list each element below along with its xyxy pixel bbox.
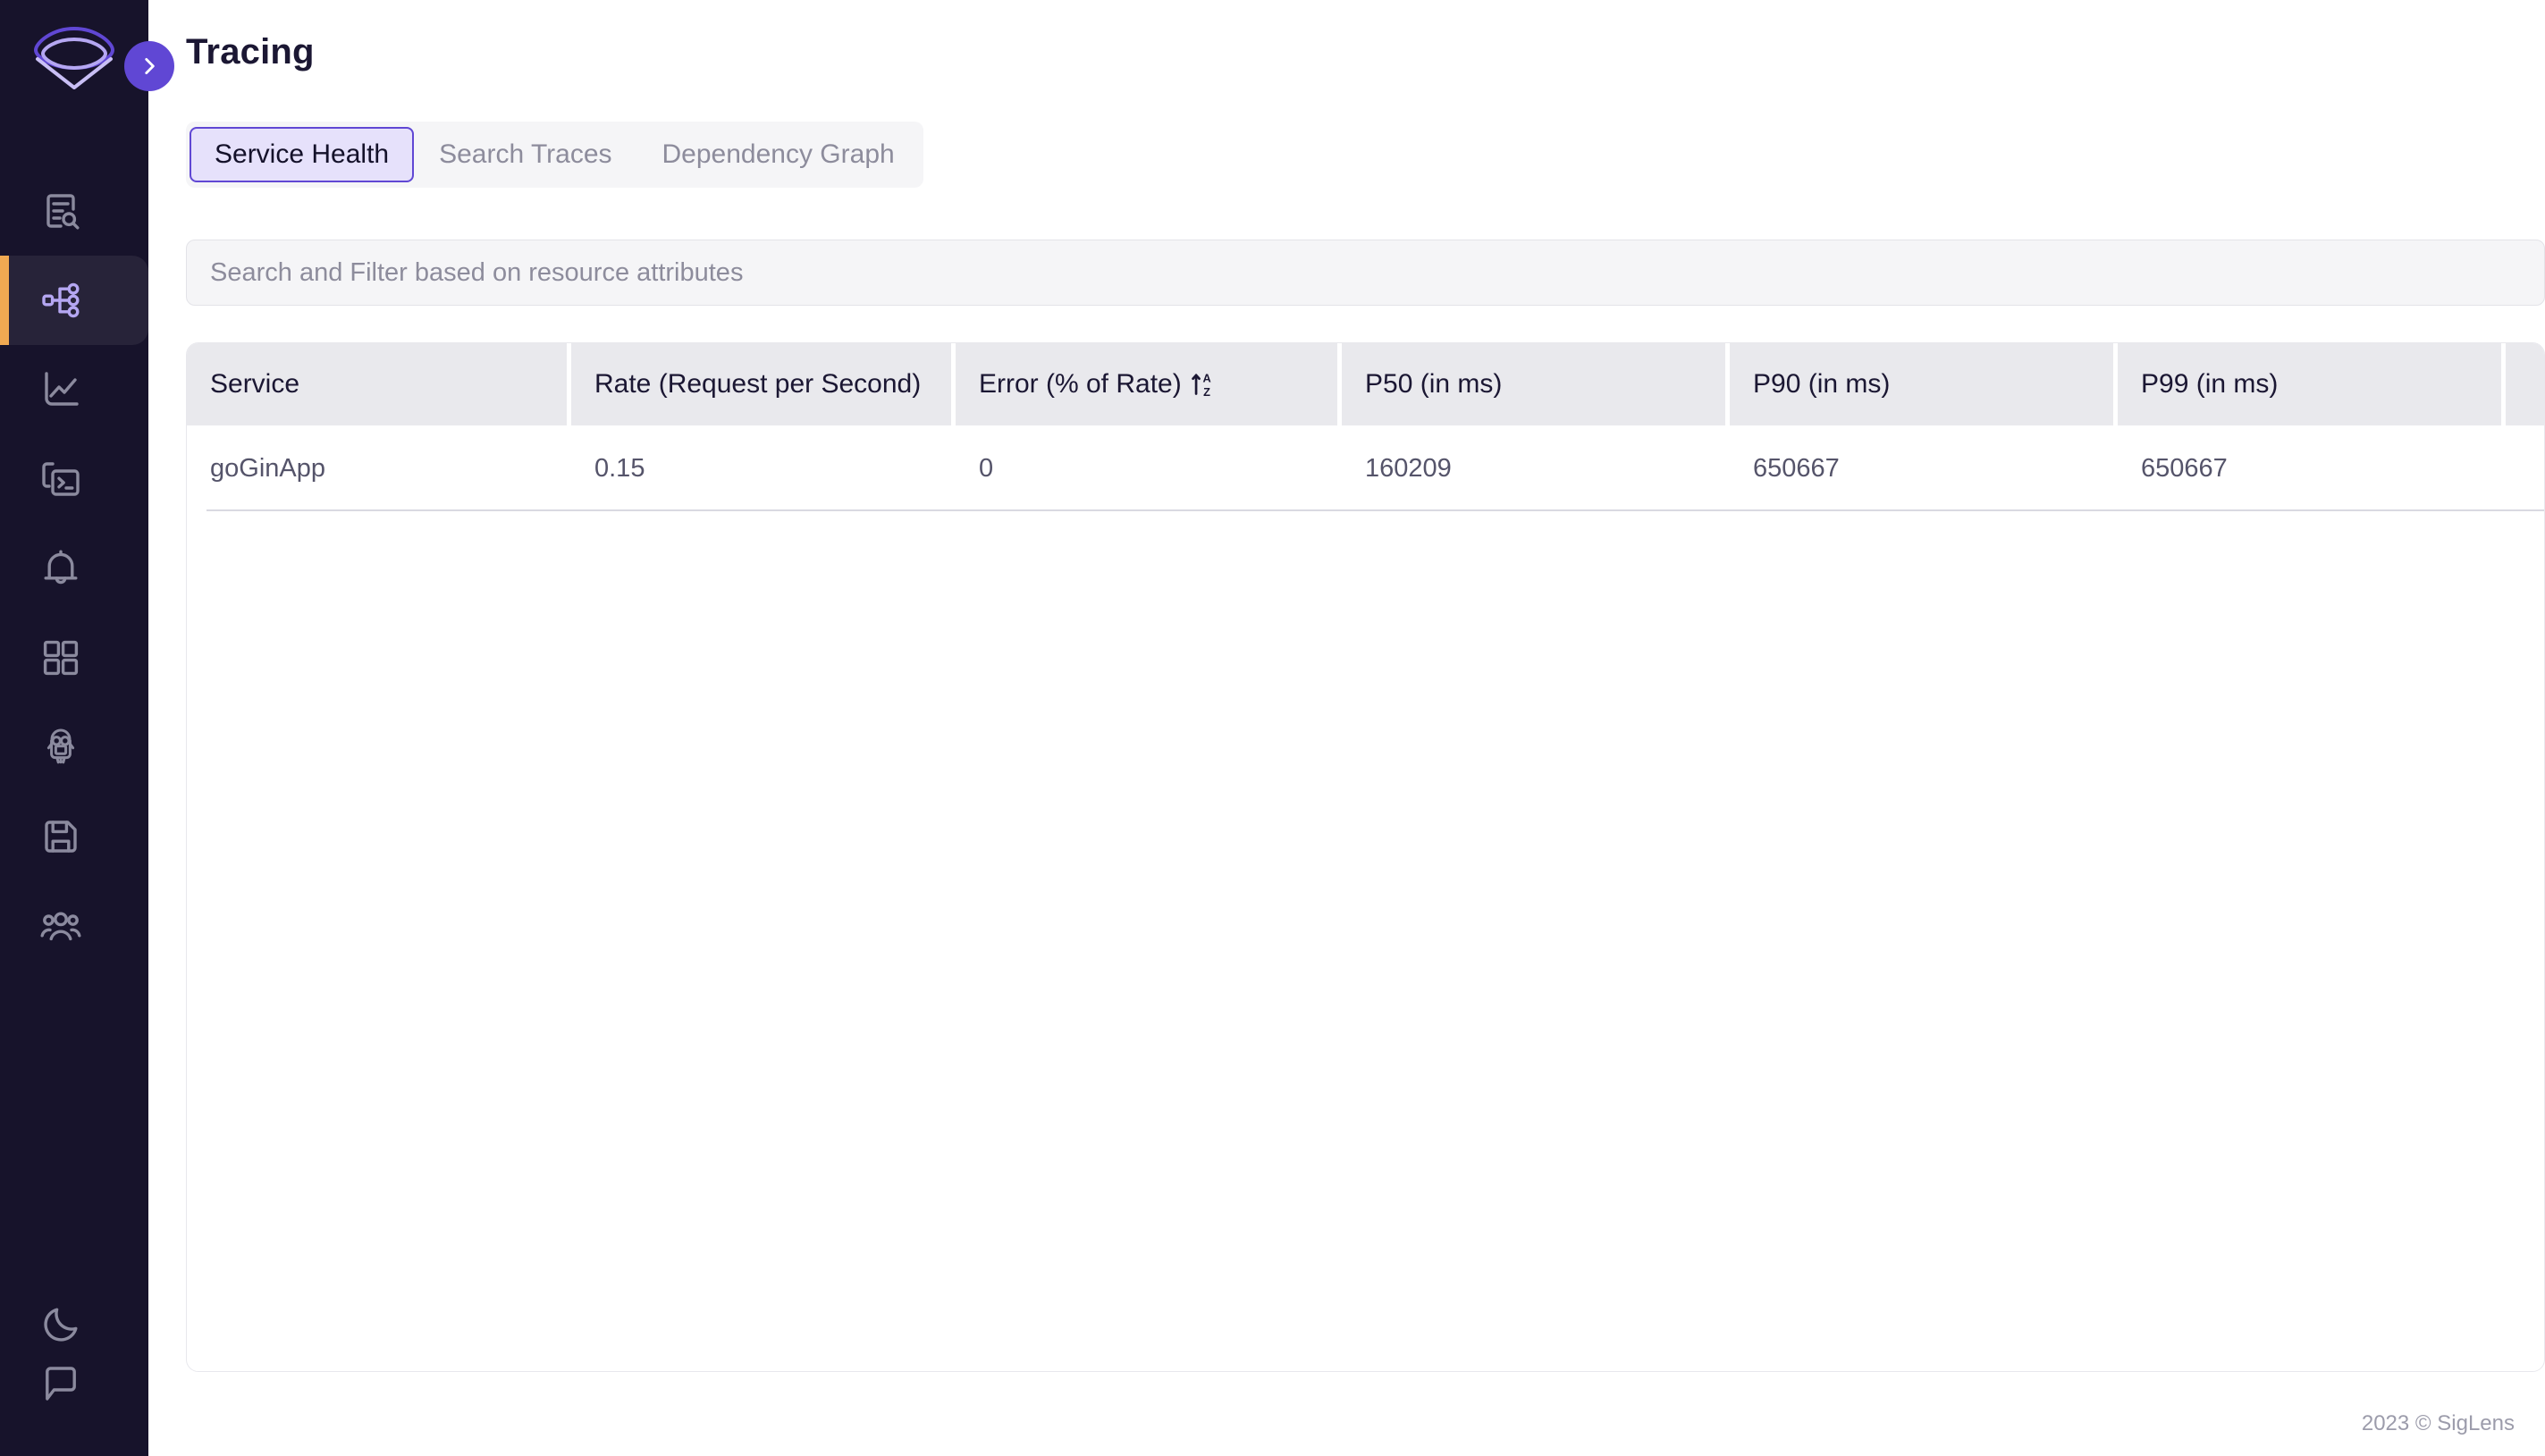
tab-search-traces[interactable]: Search Traces [414, 127, 636, 182]
sidebar-bottom-nav [0, 1295, 148, 1456]
column-header-p90-label: P90 (in ms) [1753, 369, 1891, 399]
sidebar-nav-list [0, 166, 148, 971]
column-header-p99-label: P99 (in ms) [2141, 369, 2279, 399]
sidebar-item-users[interactable] [0, 881, 148, 971]
chat-bubble-icon [46, 1367, 76, 1401]
bell-icon [44, 550, 78, 585]
sidebar-item-saved-queries[interactable] [0, 792, 148, 881]
search-placeholder: Search and Filter based on resource attr… [210, 257, 744, 287]
tab-bar: Service Health Search Traces Dependency … [186, 122, 923, 188]
sidebar-item-metrics[interactable] [0, 345, 148, 434]
table-body: goGinApp 0.15 0 160209 650667 650667 [187, 425, 2544, 511]
tracing-nodes-icon [42, 282, 80, 318]
main-content: Tracing Service Health Search Traces Dep… [148, 0, 2545, 1456]
column-header-p90[interactable]: P90 (in ms) [1730, 343, 2118, 425]
tracing-app-window: Tracing Service Health Search Traces Dep… [0, 0, 2545, 1456]
svg-text:Z: Z [1203, 385, 1210, 399]
minion-icon [46, 728, 75, 764]
grid-squares-icon [43, 640, 79, 676]
sidebar-item-logs[interactable] [0, 166, 148, 256]
tab-service-health[interactable]: Service Health [190, 127, 415, 182]
column-header-rate-label: Rate (Request per Second) [594, 369, 922, 399]
sort-az-ascending-icon[interactable]: A Z [1191, 369, 1216, 400]
svg-text:A: A [1202, 372, 1210, 385]
footer-copyright: 2023 © SigLens [2361, 1411, 2515, 1435]
cell-p50: 160209 [1365, 453, 1452, 483]
cell-p99: 650667 [2141, 453, 2228, 483]
terminal-window-icon [42, 462, 80, 496]
siglens-logo [33, 26, 115, 89]
column-header-service-label: Service [210, 369, 300, 399]
sidebar-item-dark-mode[interactable] [0, 1295, 148, 1354]
log-search-icon [46, 194, 80, 230]
cell-error: 0 [979, 453, 994, 483]
sidebar-toggle-button[interactable] [124, 41, 174, 91]
column-header-p99[interactable]: P99 (in ms) [2118, 343, 2506, 425]
column-header-error[interactable]: Error (% of Rate) A Z [956, 343, 1342, 425]
search-input[interactable]: Search and Filter based on resource attr… [186, 240, 2545, 306]
column-header-p50-label: P50 (in ms) [1365, 369, 1503, 399]
chevron-right-icon [145, 58, 155, 74]
line-chart-icon [45, 372, 79, 406]
table-row[interactable]: goGinApp 0.15 0 160209 650667 650667 [187, 425, 2544, 511]
cell-service: goGinApp [210, 453, 325, 483]
sidebar-item-tracing[interactable] [0, 256, 148, 345]
sidebar-item-minion[interactable] [0, 703, 148, 792]
sidebar-item-support[interactable] [0, 1354, 148, 1413]
cell-rate: 0.15 [594, 453, 645, 483]
column-header-rate[interactable]: Rate (Request per Second) [571, 343, 956, 425]
sidebar [0, 0, 174, 1456]
column-header-overflow[interactable] [2506, 343, 2544, 425]
sidebar-item-query[interactable] [0, 434, 148, 524]
sidebar-item-alerts[interactable] [0, 524, 148, 613]
users-group-icon [40, 912, 81, 941]
cell-p90: 650667 [1753, 453, 1840, 483]
column-header-service[interactable]: Service [187, 343, 571, 425]
page-title: Tracing [186, 32, 315, 72]
column-header-error-label: Error (% of Rate) [979, 369, 1182, 399]
floppy-disk-icon [45, 821, 77, 853]
tab-dependency-graph[interactable]: Dependency Graph [637, 127, 920, 182]
moon-icon [44, 1308, 78, 1342]
column-header-p50[interactable]: P50 (in ms) [1342, 343, 1730, 425]
service-health-table: Service Rate (Request per Second) Error … [186, 342, 2545, 1372]
sidebar-item-dashboards[interactable] [0, 613, 148, 703]
table-header-row: Service Rate (Request per Second) Error … [187, 343, 2544, 425]
